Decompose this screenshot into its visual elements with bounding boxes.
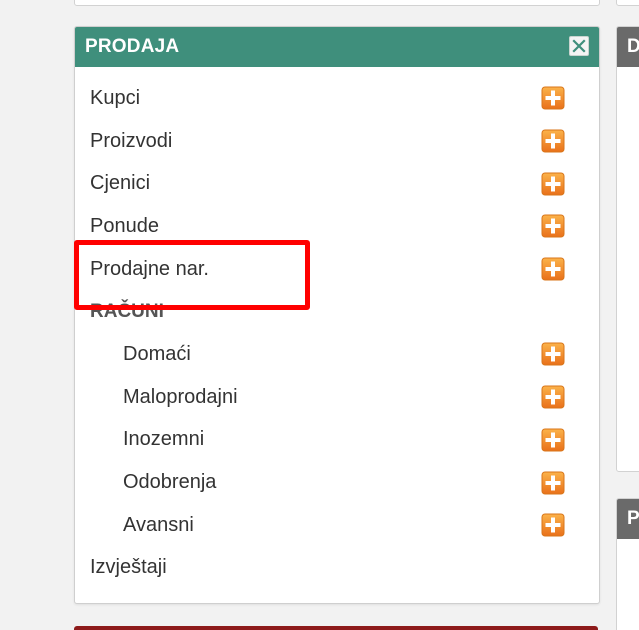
menu-item-label: Proizvodi bbox=[90, 129, 173, 152]
menu-item-prodajne-nar[interactable]: Prodajne nar. bbox=[75, 248, 599, 291]
menu-item-label: Izvještaji bbox=[90, 556, 167, 579]
menu-item-label: Cjenici bbox=[90, 172, 151, 195]
plus-icon[interactable] bbox=[541, 257, 565, 281]
menu-item-label: Inozemni bbox=[123, 428, 205, 451]
menu-item-odobrenja[interactable]: Odobrenja bbox=[75, 461, 599, 504]
menu-item-cjenici[interactable]: Cjenici bbox=[75, 162, 599, 205]
menu-item-label: Domaći bbox=[123, 342, 191, 365]
plus-icon[interactable] bbox=[541, 342, 565, 366]
panel-above-left bbox=[74, 0, 600, 6]
plus-icon[interactable] bbox=[541, 471, 565, 495]
section-header-racuni: RAČUNI bbox=[75, 290, 599, 333]
plus-icon[interactable] bbox=[541, 428, 565, 452]
menu-item-label: Kupci bbox=[90, 86, 141, 109]
right-panel-top: D bbox=[616, 26, 639, 472]
prodaja-panel: PRODAJA Kupci Proizvodi Cjenici Ponude Proda… bbox=[74, 26, 600, 604]
plus-icon[interactable] bbox=[541, 172, 565, 196]
menu-item-kupci[interactable]: Kupci bbox=[75, 77, 599, 120]
menu-item-label: Prodajne nar. bbox=[90, 257, 209, 280]
close-icon[interactable] bbox=[569, 36, 589, 56]
menu-item-label: RAČUNI bbox=[90, 300, 164, 322]
plus-icon[interactable] bbox=[541, 513, 565, 537]
plus-icon[interactable] bbox=[541, 129, 565, 153]
plus-icon[interactable] bbox=[541, 214, 565, 238]
menu-item-inozemni[interactable]: Inozemni bbox=[75, 419, 599, 462]
menu-item-label: Maloprodajni bbox=[123, 385, 238, 408]
menu-item-maloprodajni[interactable]: Maloprodajni bbox=[75, 376, 599, 419]
menu-item-label: Ponude bbox=[90, 214, 159, 237]
menu-item-proizvodi[interactable]: Proizvodi bbox=[75, 120, 599, 163]
dashboard: D P PRODAJA KupciProizvodiCjeniciPonudeP… bbox=[0, 0, 639, 630]
menu-item-ponude[interactable]: Ponude bbox=[75, 205, 599, 248]
prodaja-menu: Kupci Proizvodi Cjenici Ponude Prodajne nar.… bbox=[75, 67, 599, 589]
menu-item-label: Avansni bbox=[123, 513, 194, 536]
menu-item-avansni[interactable]: Avansni bbox=[75, 504, 599, 547]
right-panel-bottom: P bbox=[616, 498, 639, 630]
plus-icon[interactable] bbox=[541, 86, 565, 110]
right-panel-top-title: D bbox=[617, 27, 639, 67]
panel-below bbox=[74, 626, 598, 630]
plus-icon[interactable] bbox=[541, 385, 565, 409]
panel-above-right bbox=[616, 0, 639, 6]
right-panel-bottom-title: P bbox=[617, 499, 639, 539]
panel-header: PRODAJA bbox=[75, 27, 599, 67]
menu-item-label: Odobrenja bbox=[123, 471, 217, 494]
menu-item-izvjestaji[interactable]: Izvještaji bbox=[75, 547, 599, 590]
menu-item-domaci[interactable]: Domaći bbox=[75, 333, 599, 376]
panel-title: PRODAJA bbox=[85, 36, 180, 57]
